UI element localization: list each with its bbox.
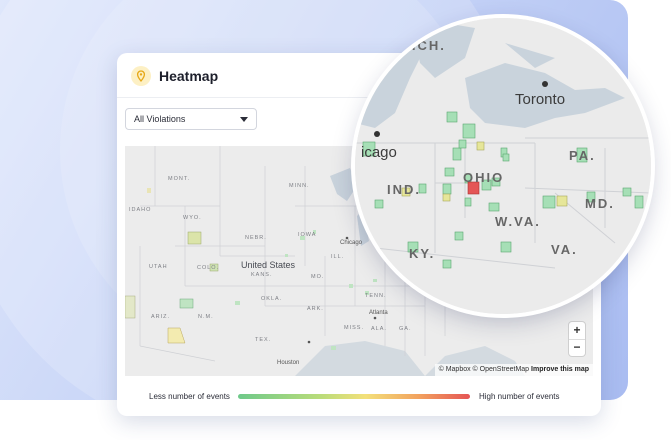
magnified-city-label: icago	[361, 144, 397, 161]
magnified-state-label: VA.	[551, 242, 578, 257]
country-label: United States	[241, 260, 296, 270]
map-attribution: © Mapbox © OpenStreetMap Improve this ma…	[434, 364, 593, 376]
state-label: UTAH	[149, 264, 168, 270]
state-label: MINN.	[289, 183, 310, 189]
state-label: MO.	[311, 274, 325, 280]
improve-map-link[interactable]: Improve this map	[531, 366, 589, 373]
state-label: MONT.	[168, 176, 191, 182]
violation-filter-value: All Violations	[134, 114, 186, 124]
legend-low-label: Less number of events	[149, 392, 230, 401]
state-label: ILL.	[331, 254, 345, 260]
state-label: N.M.	[198, 314, 214, 320]
city-label: Chicago	[340, 240, 363, 246]
magnified-city-label: Toronto	[515, 91, 566, 108]
zoom-control: + −	[569, 322, 585, 356]
state-label: COLO.	[197, 265, 220, 271]
magnified-state-label: KY.	[409, 246, 436, 261]
state-label: WYO.	[183, 215, 202, 221]
state-label: ARK.	[307, 306, 324, 312]
map-magnifier: MICH. Toronto icago OHIO IND. PA. W.VA. …	[355, 18, 651, 314]
state-label: ARIZ.	[151, 314, 171, 320]
magnified-state-label: MD.	[585, 196, 615, 211]
state-label: ALA.	[371, 326, 387, 332]
state-label: MISS.	[344, 325, 364, 331]
state-label: IOWA	[298, 232, 317, 238]
state-label: IDAHO	[129, 207, 152, 213]
legend-gradient-bar	[238, 394, 470, 399]
state-label: OKLA.	[261, 296, 283, 302]
magnified-state-label: W.VA.	[495, 214, 541, 229]
caret-down-icon	[240, 117, 248, 122]
location-pin-icon	[131, 66, 151, 86]
city-label: Houston	[277, 360, 300, 366]
city-label: Atlanta	[369, 310, 388, 316]
state-label: KANS.	[251, 272, 273, 278]
state-label: GA.	[399, 326, 412, 332]
violation-filter-select[interactable]: All Violations	[125, 108, 257, 130]
magnified-state-label: IND.	[387, 182, 421, 197]
state-label: TEX.	[255, 337, 272, 343]
magnified-map	[355, 18, 651, 314]
state-label: TENN.	[365, 293, 387, 299]
magnified-state-label: MICH.	[399, 38, 446, 53]
zoom-in-button[interactable]: +	[569, 322, 585, 339]
magnified-state-label: PA.	[569, 148, 596, 163]
state-label: NEBR.	[245, 235, 267, 241]
magnified-state-label: OHIO	[463, 170, 505, 185]
attribution-text: © Mapbox © OpenStreetMap	[438, 366, 530, 373]
page-title: Heatmap	[159, 68, 219, 84]
zoom-out-button[interactable]: −	[569, 339, 585, 356]
legend-high-label: High number of events	[479, 392, 560, 401]
